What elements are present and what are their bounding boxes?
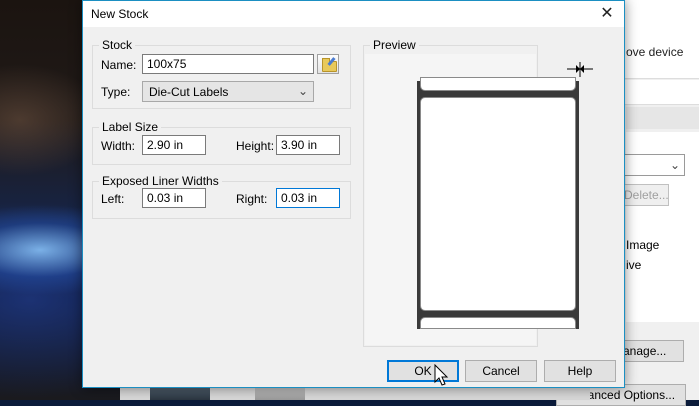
height-label: Height: — [236, 139, 275, 153]
close-button[interactable]: ✕ — [596, 3, 618, 25]
left-label: Left: — [101, 192, 125, 206]
label-preview-main — [420, 97, 576, 311]
right-liner-input[interactable] — [276, 188, 340, 208]
background-strip-gray — [626, 107, 699, 129]
label-preview-bottom — [420, 317, 576, 329]
background-header-text: ove device — [626, 45, 684, 59]
label-preview-top — [420, 77, 576, 91]
dialog-titlebar[interactable]: New Stock ✕ — [83, 1, 624, 27]
close-icon: ✕ — [600, 5, 614, 22]
width-input[interactable] — [142, 135, 206, 155]
width-label: Width: — [101, 139, 136, 153]
label-size-group-label: Label Size — [99, 120, 162, 134]
background-delete-button[interactable]: Delete... — [623, 184, 669, 206]
type-label: Type: — [101, 85, 131, 99]
cancel-button[interactable]: Cancel — [465, 360, 537, 382]
new-stock-dialog: New Stock ✕ Stock Name: Type: Die-Cut La… — [82, 0, 625, 388]
name-input[interactable] — [142, 54, 314, 74]
type-dropdown[interactable]: Die-Cut Labels ⌄ — [142, 81, 314, 102]
help-button[interactable]: Help — [544, 360, 616, 382]
liner-widths-group-label: Exposed Liner Widths — [99, 174, 222, 188]
chevron-down-icon: ⌄ — [297, 84, 308, 98]
background-option-image[interactable]: Image — [626, 238, 659, 252]
background-option-ive[interactable]: ive — [626, 258, 641, 272]
right-label: Right: — [236, 192, 268, 206]
liner-width-indicator-icon — [567, 62, 593, 77]
height-input[interactable] — [276, 135, 340, 155]
type-dropdown-value: Die-Cut Labels — [149, 85, 229, 99]
mouse-pointer-icon — [434, 364, 449, 386]
background-manage-button[interactable]: anage... — [618, 340, 684, 362]
stock-group-label: Stock — [99, 38, 136, 52]
label-liner-preview — [417, 77, 579, 329]
dialog-title: New Stock — [91, 7, 149, 21]
background-dropdown[interactable]: ⌄ — [623, 154, 685, 176]
browse-button[interactable] — [317, 54, 339, 74]
chevron-down-icon: ⌄ — [669, 158, 680, 172]
preview-group-label: Preview — [370, 38, 419, 52]
left-liner-input[interactable] — [142, 188, 206, 208]
name-label: Name: — [101, 58, 137, 72]
